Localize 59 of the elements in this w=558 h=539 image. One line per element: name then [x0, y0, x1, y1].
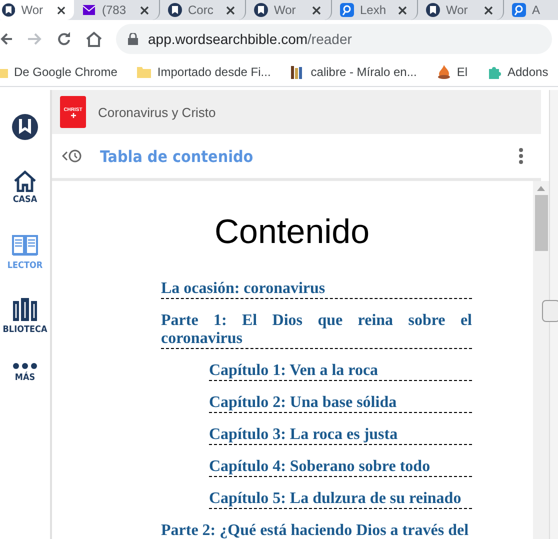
- nav-item[interactable]: CASA: [12, 170, 38, 234]
- puzzle-icon: [488, 65, 502, 79]
- bookmark-link[interactable]: calibre - Míralo en...: [310, 65, 417, 79]
- scrollbar[interactable]: [533, 181, 549, 539]
- browser-tab[interactable]: A: [504, 0, 558, 20]
- scrollbar-thumb[interactable]: [534, 195, 548, 251]
- bookmark-link[interactable]: El: [456, 65, 468, 79]
- close-icon[interactable]: [484, 6, 493, 14]
- nav-item[interactable]: BLIOTECA: [2, 298, 48, 362]
- toc-link[interactable]: La ocasión: coronavirus: [161, 280, 472, 299]
- bookmark-logo-icon: [426, 3, 440, 17]
- close-icon[interactable]: [312, 6, 321, 14]
- folder-icon: [137, 66, 152, 78]
- close-icon[interactable]: [398, 6, 407, 14]
- bookmark-logo-icon: [168, 3, 182, 17]
- browser-tab[interactable]: Lexh: [332, 0, 418, 20]
- search-icon: [340, 3, 354, 17]
- back-icon[interactable]: [0, 31, 12, 47]
- logo-icon: [12, 114, 38, 140]
- address-bar[interactable]: app.wordsearchbible.com/reader: [116, 24, 552, 54]
- bookmark-logo-icon: [254, 3, 268, 17]
- close-icon[interactable]: [57, 6, 66, 14]
- toc-link[interactable]: Parte 2: ¿Qué está haciendo Dios a través del: [161, 522, 472, 539]
- close-icon[interactable]: [226, 6, 235, 14]
- open-book-icon: [12, 234, 38, 258]
- browser-tab[interactable]: Wor: [246, 0, 332, 20]
- url-text: app.wordsearchbible.com/reader: [148, 31, 352, 47]
- books-icon: [290, 65, 305, 79]
- resize-handle[interactable]: [542, 300, 558, 322]
- browser-tab[interactable]: Wor: [0, 0, 74, 20]
- contents-heading: Contenido: [213, 213, 370, 252]
- book-title: Coronavirus y Cristo: [98, 104, 216, 120]
- browser-tab[interactable]: (783: [74, 0, 160, 20]
- toc-link[interactable]: Capítulo 4: Soberano sobre todo: [209, 458, 472, 477]
- toc-link[interactable]: Capítulo 2: Una base sólida: [209, 394, 472, 413]
- home-icon: [13, 170, 37, 192]
- history-icon[interactable]: [62, 149, 82, 163]
- close-icon[interactable]: [140, 6, 149, 14]
- nav-item[interactable]: MÁS: [13, 362, 37, 426]
- bookmark-link[interactable]: De Google Chrome: [14, 65, 118, 79]
- toc-link[interactable]: Parte 1: El Dios que reina sobre el coronavirus: [161, 312, 472, 349]
- lock-icon: [128, 33, 138, 45]
- bookmark-logo-icon: [2, 3, 16, 17]
- kebab-menu-icon[interactable]: [519, 148, 523, 164]
- mail-icon: [82, 3, 96, 17]
- reload-icon[interactable]: [56, 31, 72, 47]
- flame-icon: [436, 65, 451, 79]
- bookmark-link[interactable]: Addons: [508, 65, 548, 79]
- toc-link[interactable]: Capítulo 1: Ven a la roca: [209, 362, 472, 381]
- toc-title: Tabla de contenido: [100, 146, 254, 166]
- home-icon[interactable]: [86, 31, 102, 47]
- more-icon: [13, 362, 37, 370]
- browser-tab[interactable]: Corc: [160, 0, 246, 20]
- search-icon: [512, 3, 526, 17]
- toc-link[interactable]: Capítulo 3: La roca es justa: [209, 426, 472, 445]
- toc-link[interactable]: Capítulo 5: La dulzura de su reinado: [209, 490, 472, 509]
- browser-tab[interactable]: Wor: [418, 0, 504, 20]
- books-icon: [12, 298, 38, 322]
- bookmark-link[interactable]: Importado desde Fi...: [157, 65, 271, 79]
